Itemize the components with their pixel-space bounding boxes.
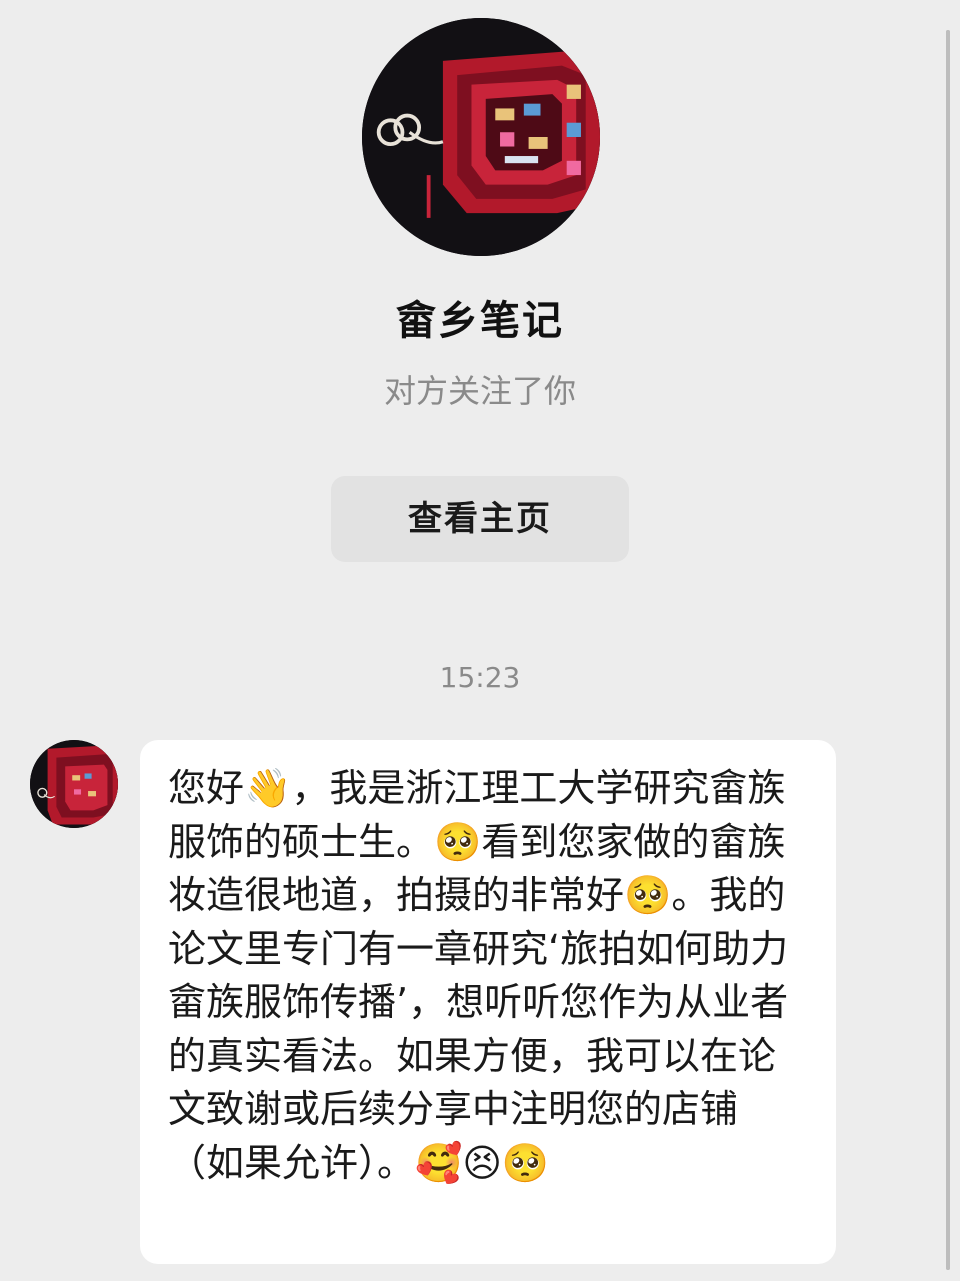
message-bubble[interactable]: 您好👋，我是浙江理工大学研究畲族服饰的硕士生。🥺看到您家做的畲族妆造很地道，拍摄… [140, 740, 836, 1264]
embroidered-garment-image [362, 18, 600, 256]
follow-status: 对方关注了你 [383, 372, 576, 410]
scrollbar-thumb[interactable] [946, 30, 950, 1270]
message-sender-avatar[interactable] [30, 740, 118, 828]
profile-avatar[interactable] [362, 18, 600, 256]
scrollbar[interactable] [946, 30, 950, 1270]
view-profile-button[interactable]: 查看主页 [331, 476, 629, 562]
message-text: 您好👋，我是浙江理工大学研究畲族服饰的硕士生。🥺看到您家做的畲族妆造很地道，拍摄… [168, 766, 789, 1185]
message-timestamp: 15:23 [439, 661, 521, 694]
embroidered-garment-image [30, 740, 118, 828]
contact-name: 畲乡笔记 [396, 298, 564, 344]
